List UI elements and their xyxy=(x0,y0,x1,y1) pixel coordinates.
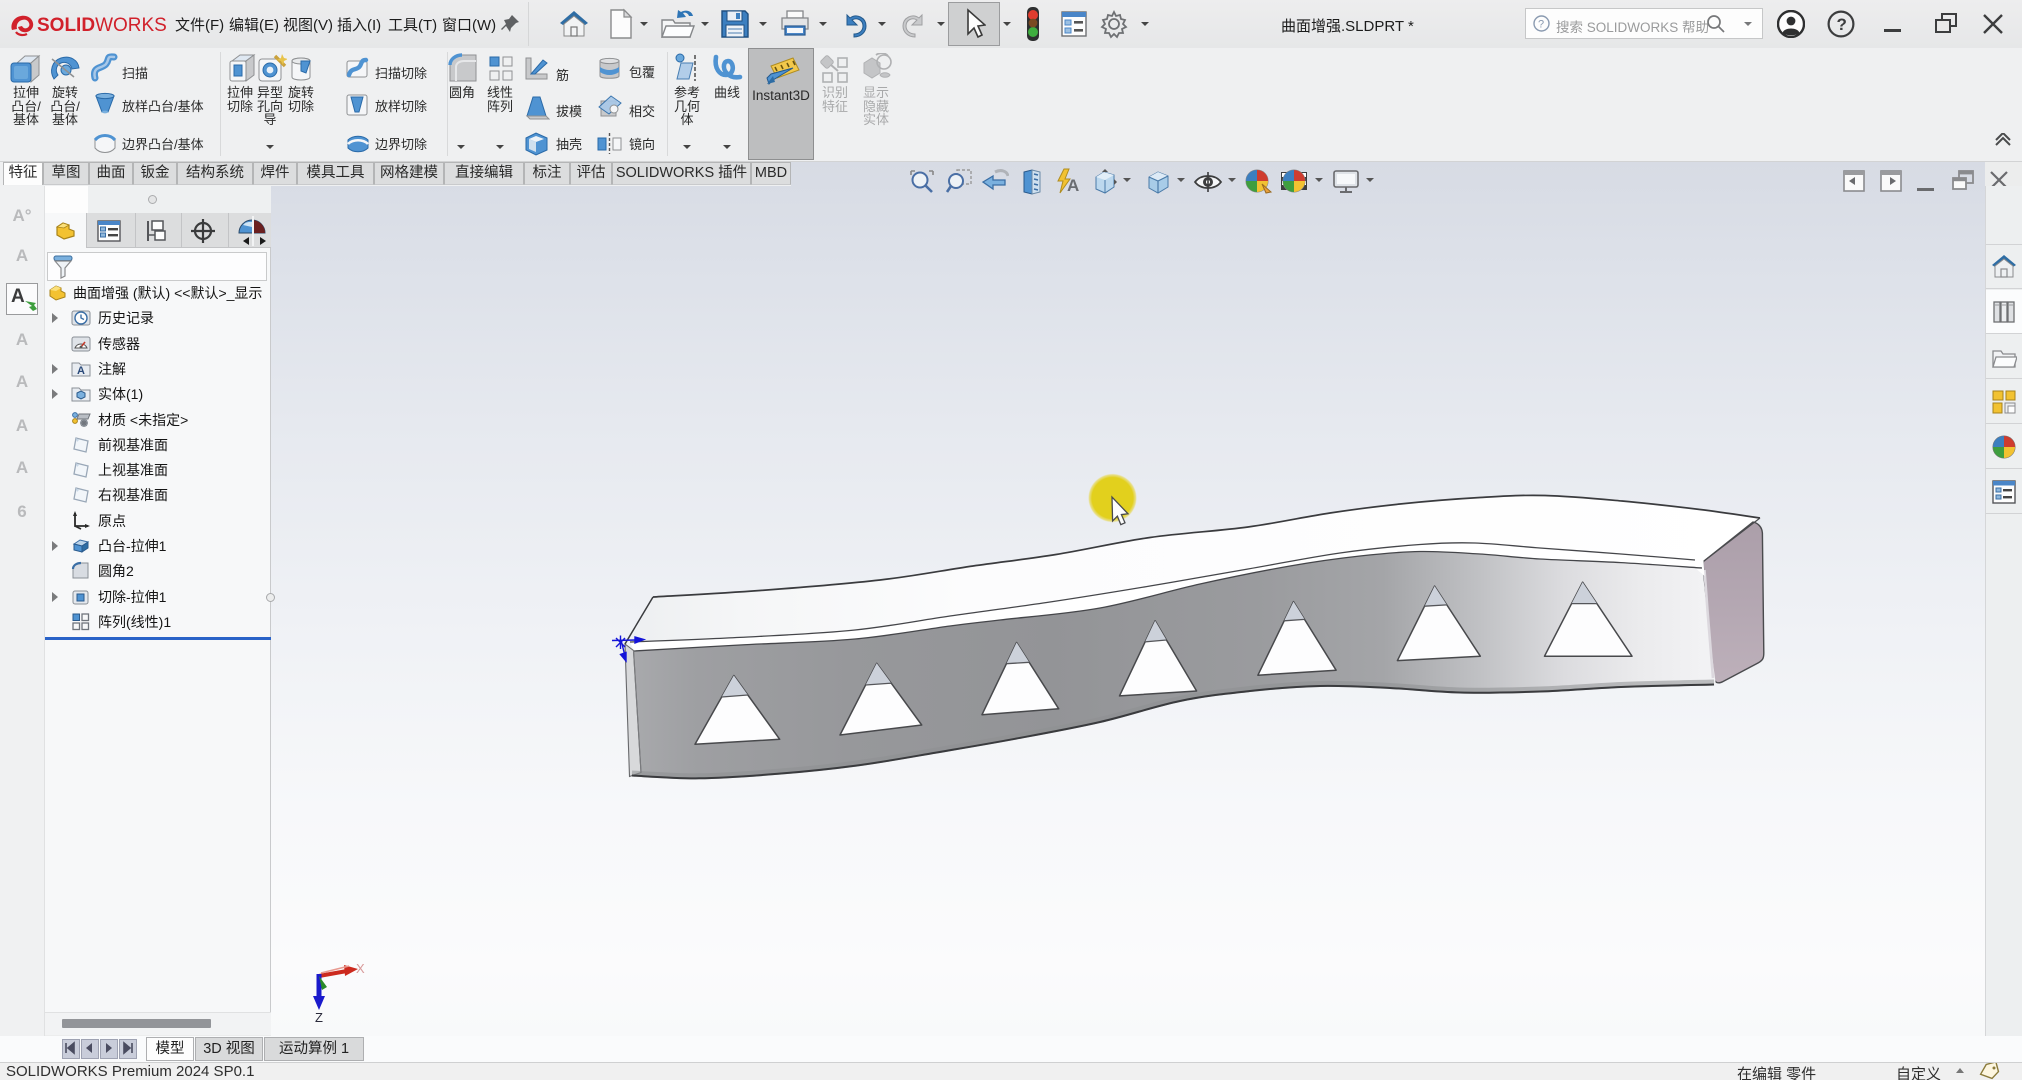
svg-text:Z: Z xyxy=(315,1010,323,1025)
svg-text:X: X xyxy=(356,961,365,976)
svg-text:?: ? xyxy=(1538,19,1544,31)
svg-text:SOLIDWORKS: SOLIDWORKS xyxy=(37,15,167,36)
svg-text:?: ? xyxy=(1837,15,1847,34)
svg-text:A: A xyxy=(77,365,85,377)
